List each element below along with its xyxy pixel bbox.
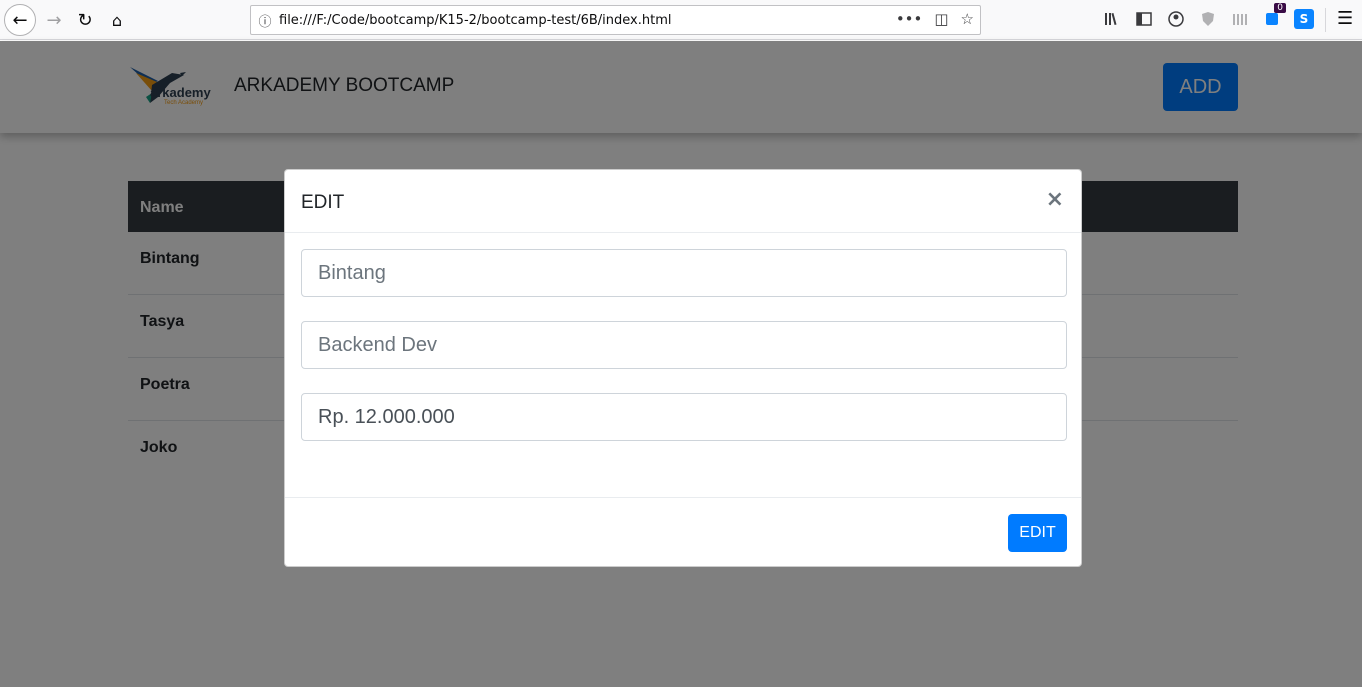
home-icon[interactable]: ⌂ — [102, 5, 132, 35]
forward-icon[interactable]: → — [39, 5, 69, 35]
edit-submit-button[interactable]: EDIT — [1008, 514, 1067, 552]
notification-badge: 0 — [1274, 3, 1286, 13]
url-text[interactable]: file:///F:/Code/bootcamp/K15-2/bootcamp-… — [279, 13, 671, 28]
more-icon[interactable]: ••• — [896, 10, 923, 28]
sidebar-icon[interactable] — [1134, 9, 1154, 29]
menu-icon[interactable]: ☰ — [1337, 8, 1353, 29]
notification-icon[interactable]: 0 — [1262, 3, 1286, 29]
pocket-icon[interactable]: ◫ — [934, 10, 948, 28]
extension-icon[interactable] — [1230, 9, 1250, 29]
info-icon[interactable]: ⓘ — [251, 11, 279, 30]
edit-modal: EDIT × EDIT — [284, 169, 1082, 567]
shield-icon[interactable] — [1198, 9, 1218, 29]
browser-toolbar: ← → ↻ ⌂ ⓘ file:///F:/Code/bootcamp/K15-2… — [0, 0, 1362, 40]
back-icon[interactable]: ← — [4, 4, 36, 36]
library-icon[interactable] — [1102, 9, 1122, 29]
toolbar-divider — [1325, 8, 1326, 32]
role-input[interactable] — [301, 321, 1067, 369]
skype-icon[interactable]: S — [1294, 9, 1314, 29]
reload-icon[interactable]: ↻ — [70, 5, 100, 35]
modal-header: EDIT × — [285, 170, 1081, 233]
modal-title: EDIT — [301, 192, 345, 213]
star-icon[interactable]: ☆ — [961, 10, 974, 28]
url-bar[interactable]: ⓘ file:///F:/Code/bootcamp/K15-2/bootcam… — [250, 5, 981, 35]
account-icon[interactable] — [1166, 9, 1186, 29]
modal-footer: EDIT — [285, 497, 1081, 567]
name-input[interactable] — [301, 249, 1067, 297]
salary-input[interactable] — [301, 393, 1067, 441]
close-icon[interactable]: × — [1046, 187, 1064, 212]
